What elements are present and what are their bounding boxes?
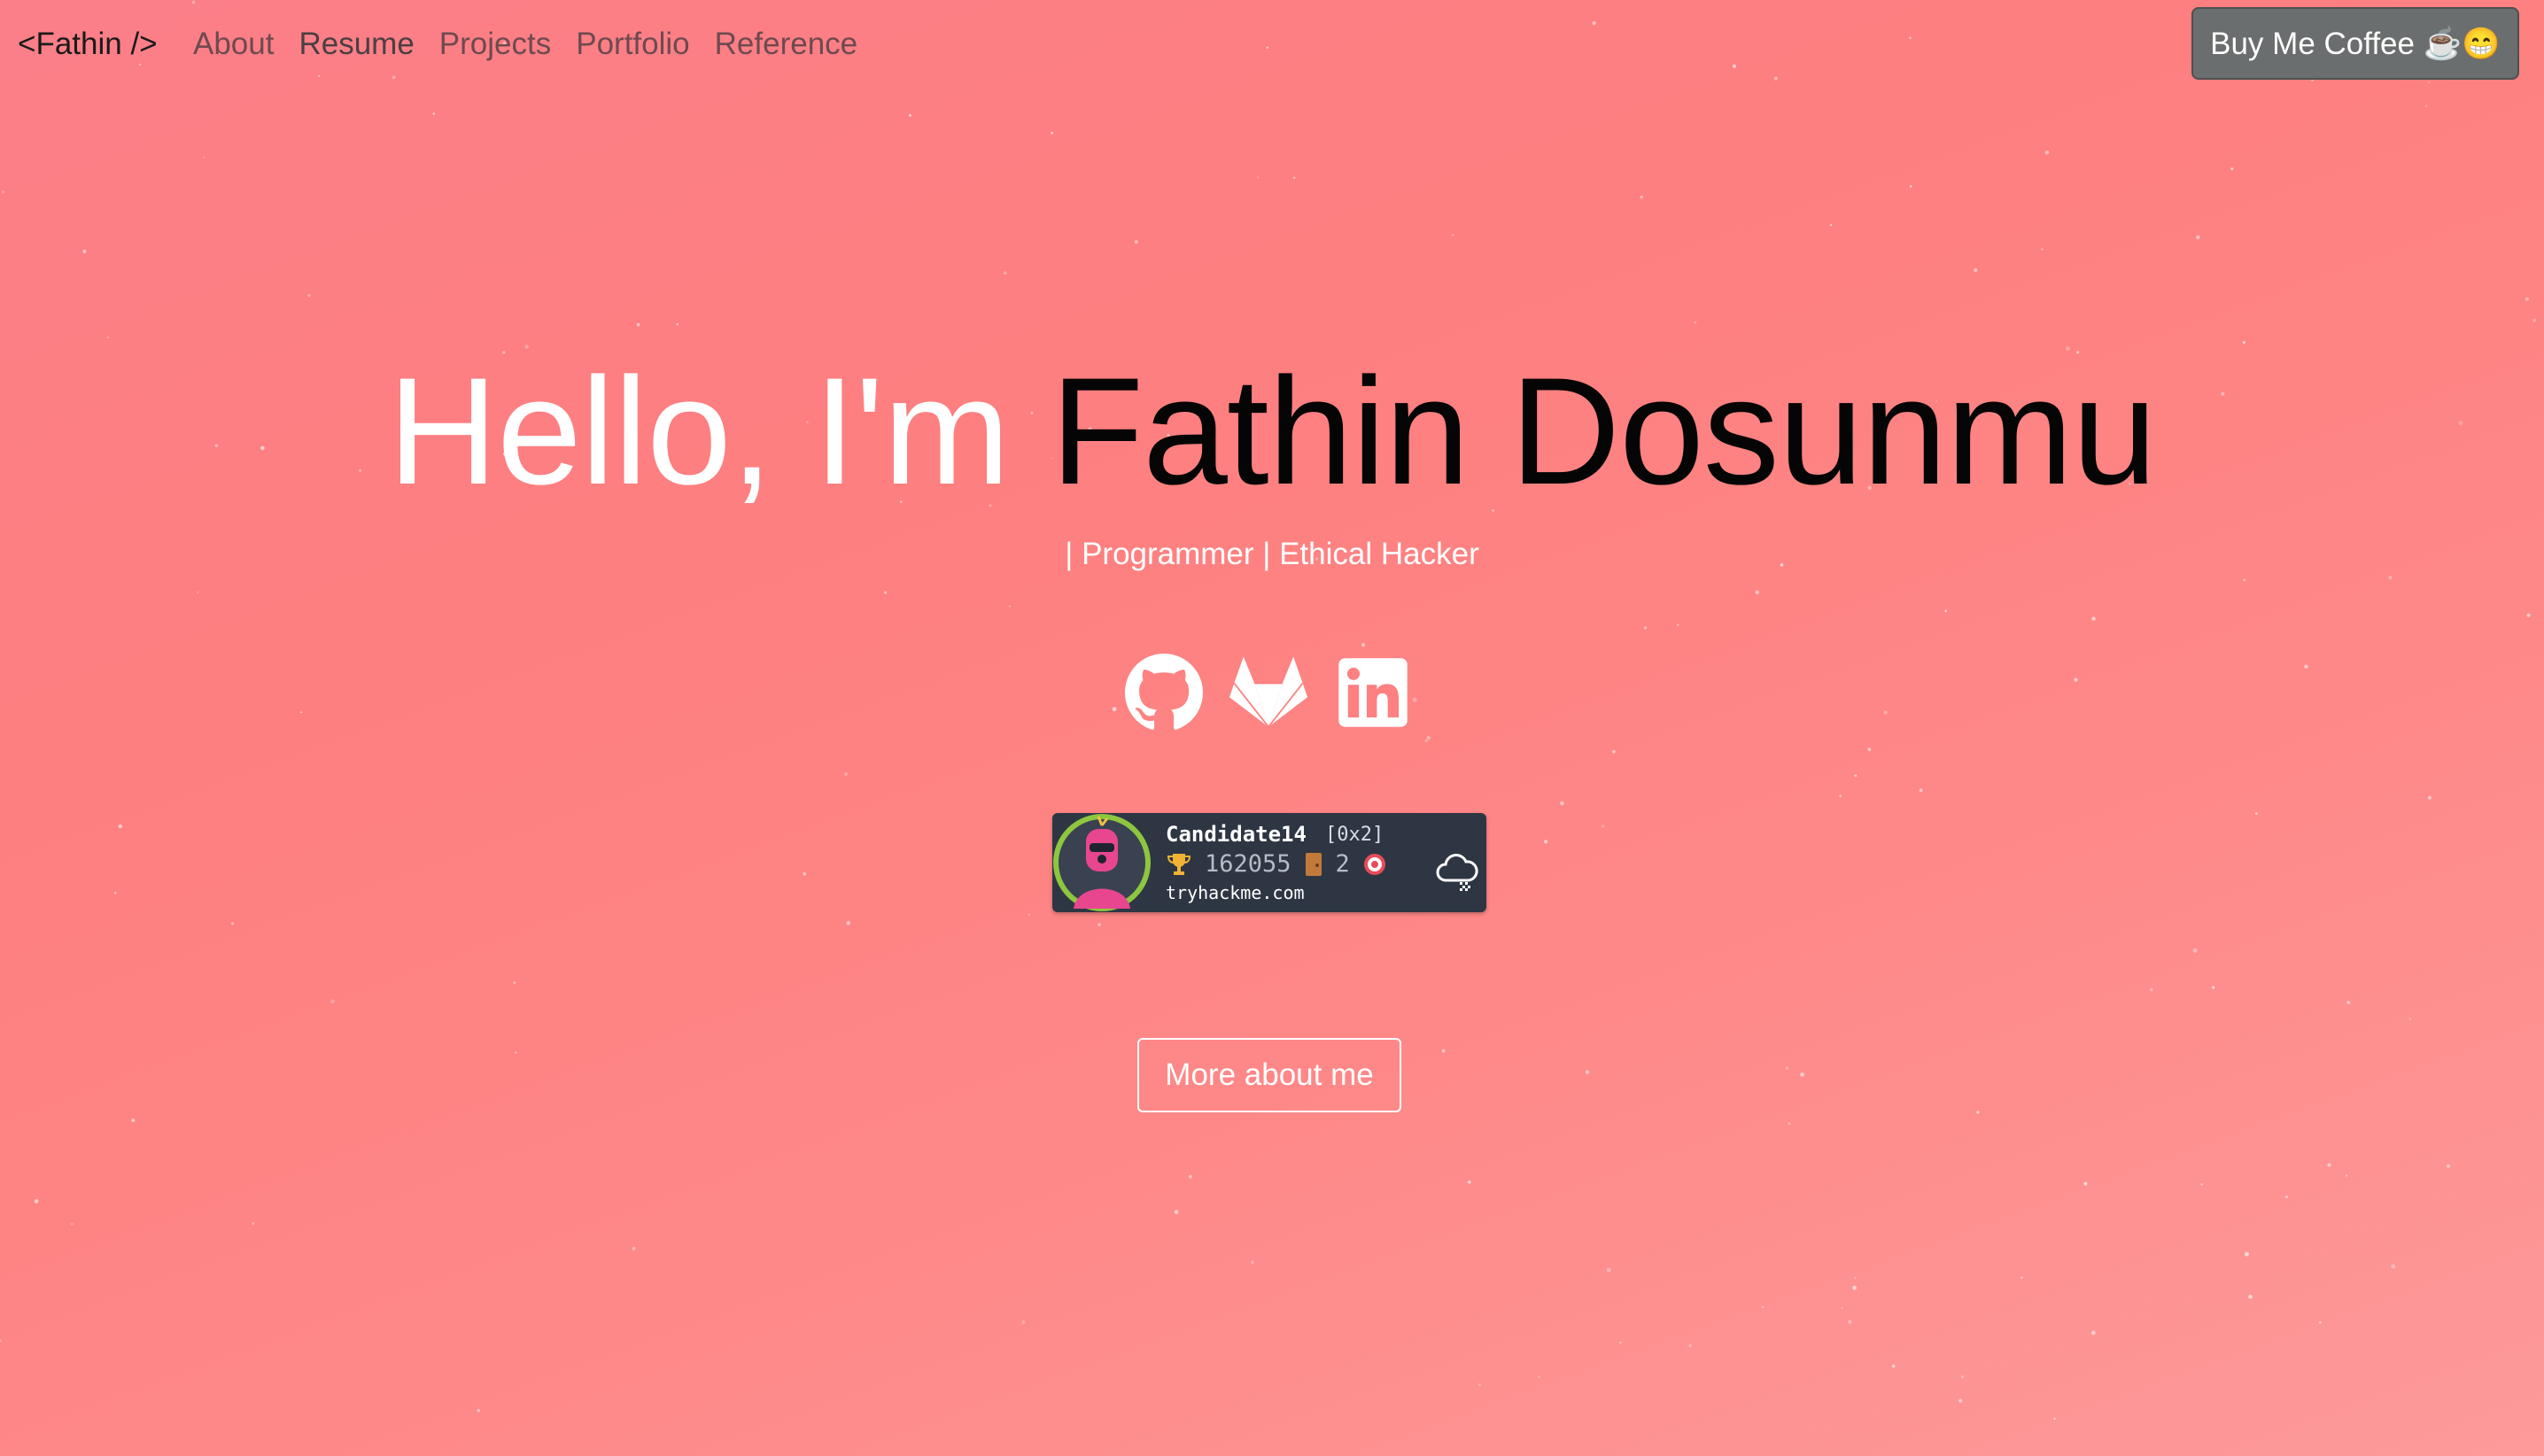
nav-link-reference[interactable]: Reference (715, 27, 857, 62)
social-links (1125, 654, 1412, 732)
thm-domain: tryhackme.com (1166, 882, 1305, 903)
hero-name: Fathin Dosunmu (1051, 346, 2157, 516)
linkedin-icon (1338, 658, 1408, 727)
cloud-icon (1436, 854, 1478, 891)
gitlab-icon (1229, 656, 1307, 729)
thm-rank: [0x2] (1325, 824, 1384, 846)
hero-greeting: Hello, I'm (387, 346, 1051, 516)
nav-link-about[interactable]: About (193, 27, 274, 62)
linkedin-link[interactable] (1334, 654, 1412, 732)
more-about-me-button[interactable]: More about me (1137, 1038, 1401, 1112)
nav-link-projects[interactable]: Projects (439, 27, 551, 62)
brand-logo[interactable]: <Fathin /> (18, 27, 158, 62)
navbar: <Fathin /> About Resume Projects Portfol… (0, 0, 2544, 90)
gitlab-link[interactable] (1229, 654, 1307, 732)
thm-points: 162055 (1205, 850, 1291, 878)
avatar (1053, 814, 1151, 911)
hero-subtitle: | Programmer | Ethical Hacker (1065, 537, 1479, 571)
thm-username: Candidate14 (1166, 822, 1307, 847)
door-icon (1305, 852, 1322, 876)
nav-link-resume[interactable]: Resume (299, 27, 414, 62)
nav-link-portfolio[interactable]: Portfolio (576, 27, 689, 62)
thm-stats: 162055 2 (1166, 850, 1387, 878)
github-icon (1125, 654, 1203, 730)
hero-title: Hello, I'm Fathin Dosunmu (0, 347, 2544, 515)
github-link[interactable] (1125, 654, 1203, 732)
buy-me-coffee-button[interactable]: Buy Me Coffee ☕😁 (2191, 7, 2519, 80)
nav-links: About Resume Projects Portfolio Referenc… (193, 27, 857, 62)
target-icon (1363, 853, 1385, 875)
tryhackme-badge[interactable]: Candidate14 [0x2] 162055 2 tryhackme.com (1052, 813, 1486, 912)
trophy-icon (1167, 853, 1191, 875)
thm-rooms: 2 (1335, 850, 1350, 878)
